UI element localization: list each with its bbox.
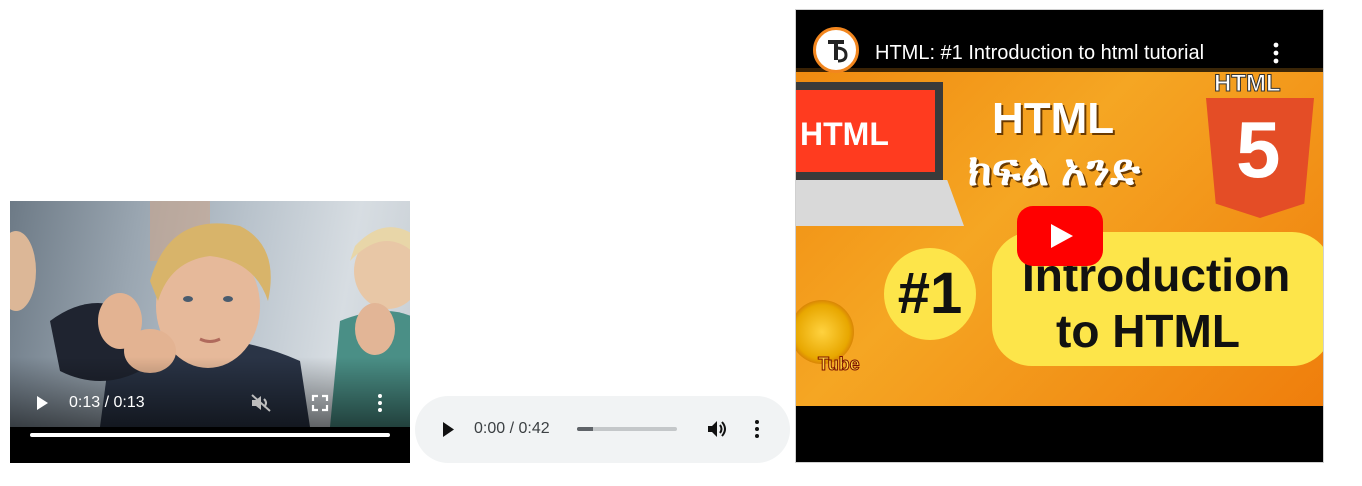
thumbnail-laptop-keyboard [796, 180, 964, 226]
more-vert-icon [755, 420, 759, 438]
fullscreen-button[interactable] [310, 393, 330, 413]
youtube-more-options-button[interactable] [1271, 41, 1281, 65]
thumbnail-heading-amharic: ክፍል አንድ [968, 146, 1141, 195]
play-icon [37, 396, 48, 410]
more-vert-icon [378, 394, 382, 412]
channel-avatar[interactable] [813, 27, 859, 73]
audio-player[interactable]: 0:00 / 0:42 [415, 396, 790, 463]
thumbnail-heading: HTML [992, 94, 1115, 143]
audio-more-options-button[interactable] [752, 419, 762, 439]
html5-logo-five: 5 [1236, 105, 1281, 194]
volume-muted-icon [251, 394, 271, 412]
video-time-display: 0:13 / 0:13 [69, 394, 145, 411]
audio-volume-button[interactable] [706, 418, 728, 440]
fullscreen-icon [311, 394, 329, 412]
thumbnail-episode-badge: #1 [884, 248, 976, 340]
youtube-embed[interactable]: HTML HTML ክፍል አንድ 5 HTML Introduction to… [795, 9, 1324, 463]
video-frame[interactable]: 0:13 / 0:13 [10, 201, 410, 427]
mute-button[interactable] [250, 393, 272, 413]
thumbnail-laptop-label: HTML [800, 116, 889, 152]
youtube-video-title[interactable]: HTML: #1 Introduction to html tutorial [875, 41, 1255, 65]
more-vert-icon [1273, 42, 1279, 64]
thumbnail-laptop-screen: HTML [796, 82, 943, 180]
audio-play-button[interactable] [441, 421, 455, 438]
play-button[interactable] [34, 394, 50, 412]
video-more-options-button[interactable] [375, 393, 385, 413]
video-progress-bar[interactable] [30, 433, 390, 437]
youtube-play-icon [1017, 206, 1103, 266]
video-player[interactable]: 0:13 / 0:13 [10, 201, 410, 463]
play-icon [443, 422, 454, 437]
audio-time-display: 0:00 / 0:42 [474, 420, 550, 437]
youtube-title-bar: HTML: #1 Introduction to html tutorial [796, 10, 1323, 73]
volume-icon [708, 421, 726, 437]
thumbnail-intro-line2: to HTML [1056, 305, 1240, 357]
html5-logo-label: HTML [1214, 70, 1282, 98]
youtube-play-button[interactable] [1017, 206, 1103, 266]
video-controls-shade [10, 357, 410, 427]
channel-avatar-icon [820, 34, 852, 66]
channel-logo-text: Tube [818, 354, 861, 375]
audio-progress-fill [577, 427, 593, 431]
audio-progress-bar[interactable] [577, 427, 677, 431]
